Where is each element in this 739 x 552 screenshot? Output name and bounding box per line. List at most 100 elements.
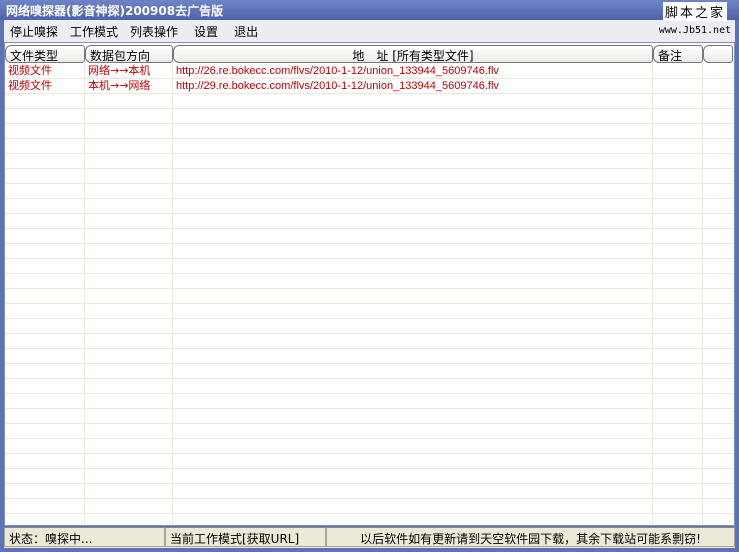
cell-extra [703,409,734,424]
menu-exit[interactable]: 退出 [234,23,258,40]
cell-url [173,289,653,304]
cell-direction [85,424,173,439]
empty-row [5,304,734,319]
cell-type [5,334,85,349]
cell-extra [703,274,734,289]
cell-direction [85,319,173,334]
cell-url [173,229,653,244]
cell-extra [703,259,734,274]
cell-type [5,124,85,139]
cell-url [173,514,653,525]
status-bar: 状态：嗅探中... 当前工作模式[获取URL] 以后软件如有更新请到天空软件园下… [4,527,735,548]
cell-url [173,124,653,139]
cell-direction [85,124,173,139]
cell-direction [85,154,173,169]
cell-direction [85,169,173,184]
cell-type: 视频文件 [5,64,85,79]
cell-url [173,439,653,454]
cell-type [5,379,85,394]
cell-url [173,274,653,289]
menu-work-mode[interactable]: 工作模式 [70,23,118,40]
cell-type [5,439,85,454]
cell-extra [703,394,734,409]
status-state: 状态：嗅探中... [4,527,165,547]
cell-note [653,139,703,154]
cell-note [653,439,703,454]
cell-extra [703,109,734,124]
title-bar: 网络嗅探器(影音神探)200908去广告版 [0,0,739,20]
cell-type [5,364,85,379]
empty-row [5,229,734,244]
cell-direction [85,364,173,379]
cell-url [173,394,653,409]
cell-type [5,244,85,259]
cell-direction [85,244,173,259]
empty-row [5,484,734,499]
watermark-url: www.Jb51.net [655,25,735,36]
cell-extra [703,334,734,349]
cell-type [5,154,85,169]
status-mode: 当前工作模式[获取URL] [165,527,326,547]
cell-url [173,109,653,124]
cell-extra [703,364,734,379]
empty-row [5,139,734,154]
empty-row [5,244,734,259]
empty-row [5,379,734,394]
cell-url [173,259,653,274]
cell-url [173,484,653,499]
cell-url [173,454,653,469]
cell-note [653,259,703,274]
list-header: 文件类型 数据包方向 地 址 [所有类型文件] 备注 [5,45,733,63]
table-row[interactable]: 视频文件 网络→→本机 http://26.re.bokecc.com/flvs/2… [5,64,734,79]
cell-extra [703,154,734,169]
col-note[interactable]: 备注 [653,45,703,63]
cell-direction [85,94,173,109]
menu-settings[interactable]: 设置 [194,23,218,40]
cell-url [173,94,653,109]
cell-url [173,199,653,214]
cell-type [5,229,85,244]
empty-row [5,409,734,424]
col-direction[interactable]: 数据包方向 [85,45,173,63]
cell-url [173,154,653,169]
empty-row [5,364,734,379]
cell-extra [703,124,734,139]
cell-url [173,244,653,259]
cell-direction [85,289,173,304]
cell-type [5,304,85,319]
cell-note [653,94,703,109]
cell-direction [85,304,173,319]
cell-direction: 本机→→网络 [85,79,173,94]
cell-type [5,259,85,274]
cell-type [5,469,85,484]
col-file-type[interactable]: 文件类型 [5,45,85,63]
capture-list: 文件类型 数据包方向 地 址 [所有类型文件] 备注 视频文件 网络→→本机 htt… [4,42,735,526]
table-row[interactable]: 视频文件 本机→→网络 http://29.re.bokecc.com/flvs/2… [5,79,734,94]
menu-stop-sniff[interactable]: 停止嗅探 [10,23,58,40]
empty-row [5,454,734,469]
empty-row [5,214,734,229]
menu-list-ops[interactable]: 列表操作 [130,23,178,40]
cell-extra [703,469,734,484]
cell-url [173,349,653,364]
empty-row [5,499,734,514]
col-extra[interactable] [703,45,733,63]
cell-extra [703,484,734,499]
cell-note [653,409,703,424]
cell-note [653,469,703,484]
empty-row [5,349,734,364]
cell-note [653,199,703,214]
cell-direction [85,469,173,484]
cell-note [653,109,703,124]
empty-row [5,424,734,439]
col-address[interactable]: 地 址 [所有类型文件] [173,45,653,63]
cell-type [5,514,85,525]
cell-note [653,214,703,229]
cell-direction [85,259,173,274]
cell-extra [703,229,734,244]
cell-note [653,349,703,364]
cell-note [653,454,703,469]
cell-direction [85,214,173,229]
cell-url [173,169,653,184]
cell-url [173,379,653,394]
